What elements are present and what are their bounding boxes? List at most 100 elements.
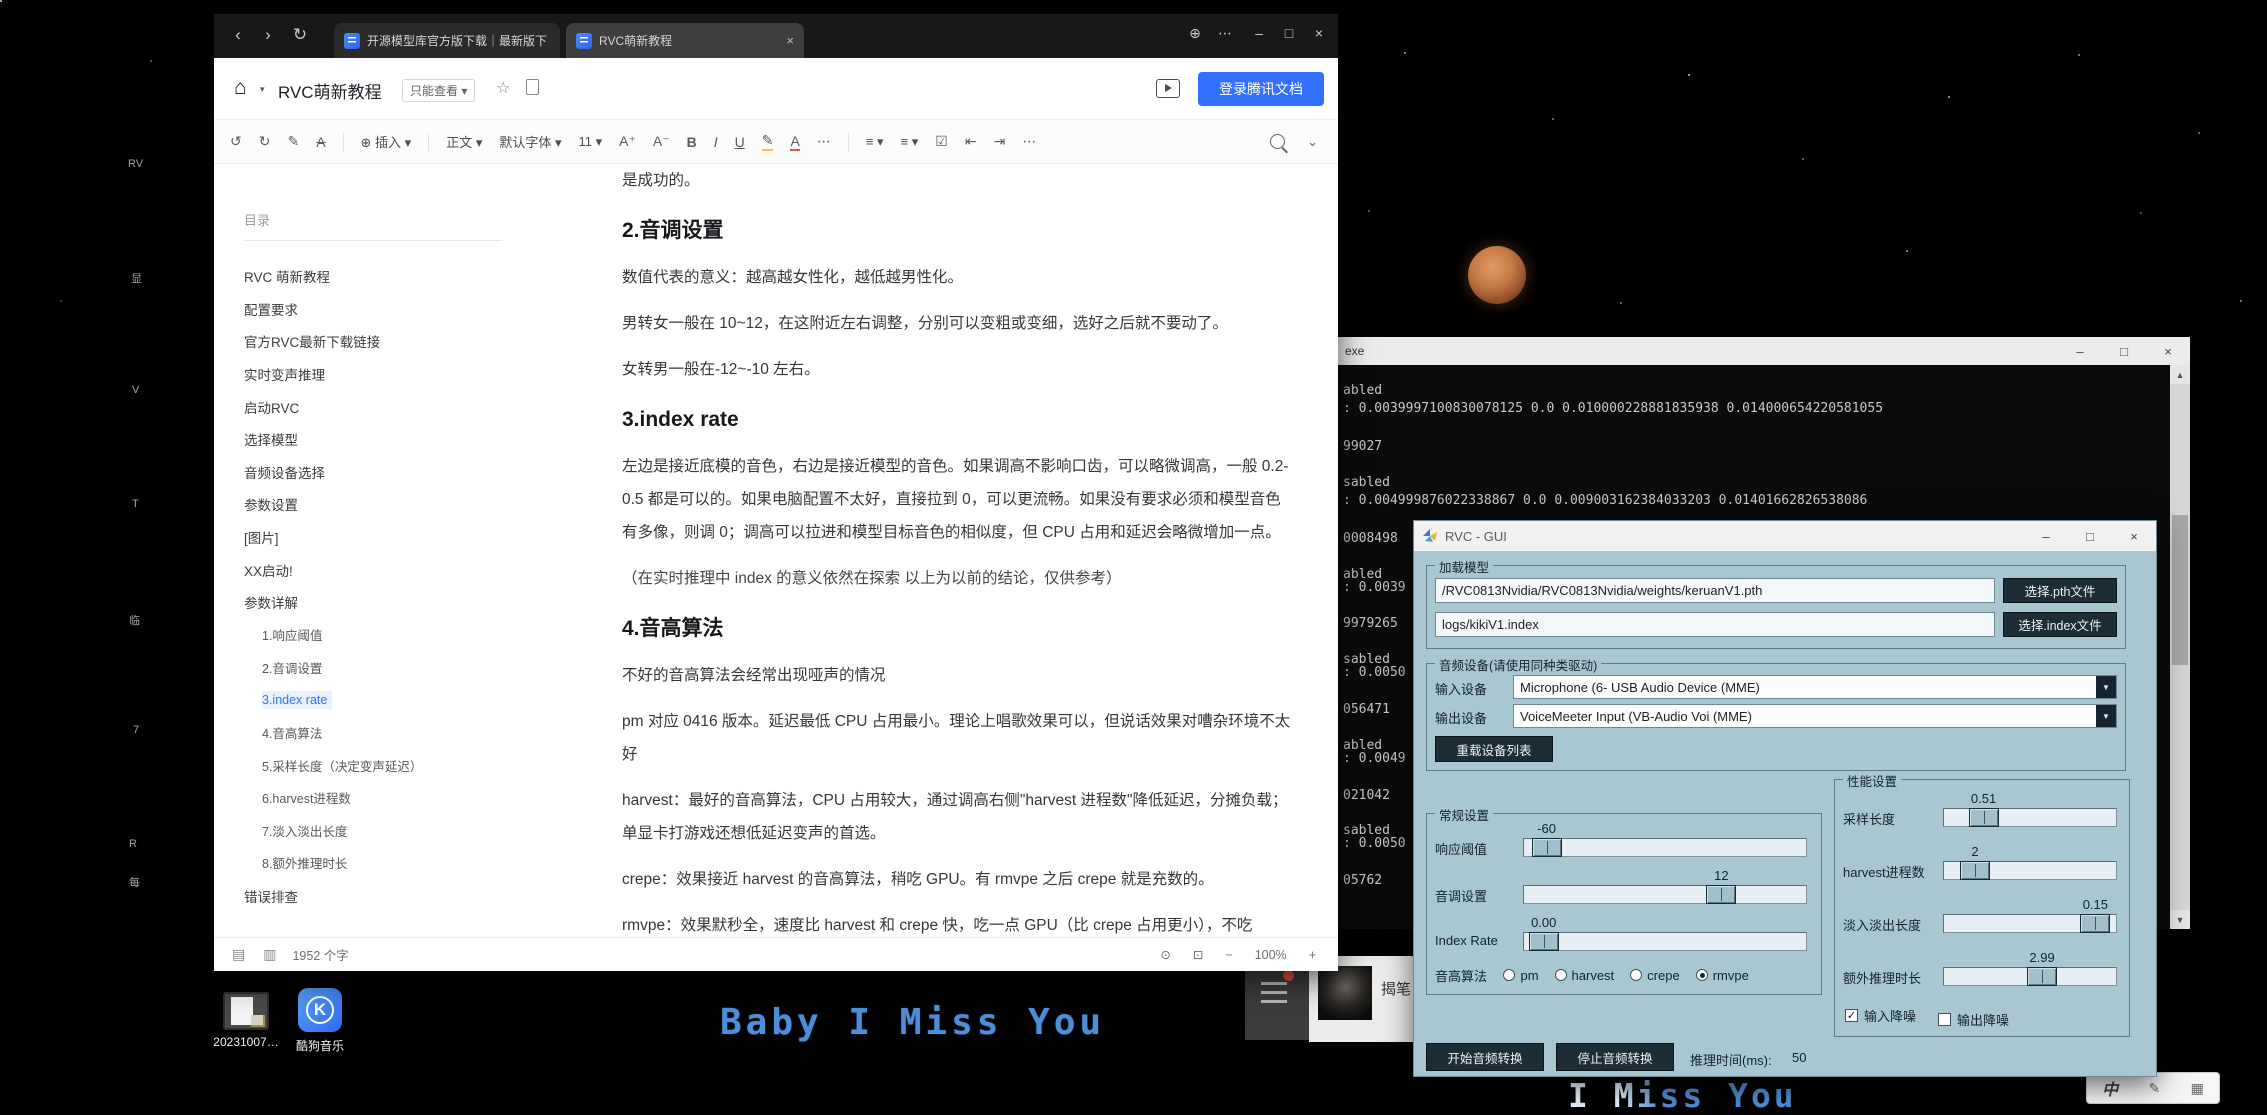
toolbar-button[interactable]: A⁻ <box>653 133 670 150</box>
toolbar-button[interactable]: ⋯ <box>817 133 831 150</box>
slider-track[interactable]: 2 <box>1943 861 2117 880</box>
slider-track[interactable]: 12 <box>1523 885 1807 904</box>
outline-icon[interactable]: ▥ <box>263 946 276 963</box>
pth-path-input[interactable]: /RVC0813Nvidia/RVC0813Nvidia/weights/ker… <box>1435 578 1995 603</box>
slider-handle[interactable] <box>2080 914 2110 933</box>
zoom-in-button[interactable]: + <box>1309 948 1316 962</box>
present-mode-icon[interactable] <box>1156 79 1180 98</box>
toolbar-button[interactable]: A⁺ <box>619 133 636 150</box>
back-icon[interactable]: ‹ <box>226 25 250 45</box>
output-device-select[interactable]: VoiceMeeter Input (VB-Audio Voi (MME) ▼ <box>1513 704 2117 728</box>
star-icon[interactable]: ☆ <box>496 78 510 98</box>
chevron-down-icon[interactable]: ▾ <box>260 84 265 95</box>
slider-track[interactable]: 2.99 <box>1943 967 2117 986</box>
denoise-checkbox[interactable]: 输入降噪 <box>1845 1006 1916 1025</box>
scrollbar-thumb[interactable] <box>2172 515 2188 665</box>
toolbar-button[interactable]: ☑ <box>935 133 948 150</box>
toc-item[interactable]: 7.淡入淡出长度 <box>244 814 514 847</box>
scroll-up-icon[interactable]: ▲ <box>2170 365 2190 384</box>
scroll-down-icon[interactable]: ▼ <box>2170 910 2190 929</box>
toc-item[interactable]: 实时变声推理 <box>244 358 514 391</box>
index-path-input[interactable]: logs/kikiV1.index <box>1435 612 1995 637</box>
maximize-button[interactable]: □ <box>2068 521 2112 551</box>
toc-item[interactable]: RVC 萌新教程 <box>244 260 514 293</box>
pitch-algo-radio[interactable]: pm <box>1503 968 1538 983</box>
slider-handle[interactable] <box>1969 808 1999 827</box>
toc-item[interactable]: 启动RVC <box>244 390 514 423</box>
toolbar-button[interactable]: ⇥ <box>994 133 1006 150</box>
pitch-algo-radio[interactable]: crepe <box>1630 968 1680 983</box>
toolbar-button[interactable]: 11 ▾ <box>578 134 602 150</box>
desktop-icon-video[interactable]: 20231007… <box>208 992 284 1049</box>
login-button[interactable]: 登录腾讯文档 <box>1198 72 1324 106</box>
toolbar-button[interactable]: ⊕ 插入 ▾ <box>361 132 412 151</box>
slider-track[interactable]: 0.15 <box>1943 914 2117 933</box>
toolbar-button[interactable]: A <box>316 134 325 150</box>
close-button[interactable]: × <box>1306 25 1332 41</box>
toc-item[interactable]: 1.响应阈值 <box>244 619 514 652</box>
toolbar-button[interactable] <box>343 133 344 151</box>
slider-handle[interactable] <box>2027 967 2057 986</box>
start-conversion-button[interactable]: 开始音频转换 <box>1426 1043 1544 1071</box>
ime-mode-chinese[interactable]: 中 <box>2102 1076 2118 1100</box>
toc-item[interactable]: XX启动! <box>244 553 514 586</box>
ime-pen-icon[interactable]: ✎ <box>2149 1080 2161 1097</box>
rvc-titlebar[interactable]: RVC - GUI – □ × <box>1414 521 2156 551</box>
console-titlebar[interactable]: exe – □ × <box>1337 337 2190 365</box>
new-doc-icon[interactable] <box>526 79 539 95</box>
permission-badge[interactable]: 只能查看 ▾ <box>402 79 475 102</box>
search-icon[interactable] <box>1270 134 1285 149</box>
minimize-button[interactable]: – <box>2024 521 2068 551</box>
minimize-button[interactable]: – <box>1246 25 1272 41</box>
toolbar-button[interactable]: B <box>687 134 697 150</box>
toc-item[interactable]: 8.额外推理时长 <box>244 847 514 880</box>
stop-conversion-button[interactable]: 停止音频转换 <box>1556 1043 1674 1071</box>
denoise-checkbox[interactable]: 输出降噪 <box>1938 1010 2009 1029</box>
toc-item[interactable]: 错误排查 <box>244 879 514 912</box>
toc-item[interactable]: 6.harvest进程数 <box>244 782 514 815</box>
zoom-out-button[interactable]: − <box>1225 948 1232 962</box>
menu-more-icon[interactable]: ⋯ <box>1212 25 1238 42</box>
toolbar-button[interactable] <box>848 133 849 151</box>
toolbar-button[interactable] <box>428 133 429 151</box>
browser-tab-rvc-tutorial[interactable]: RVC萌新教程 × <box>566 23 804 58</box>
page-icon[interactable]: ▤ <box>232 946 245 963</box>
slider-track[interactable]: 0.00 <box>1523 932 1807 951</box>
toolbar-button[interactable]: ≡ ▾ <box>901 134 919 150</box>
lyric-bar-menu-panel[interactable] <box>1245 962 1309 1040</box>
toolbar-button[interactable]: ↻ <box>259 133 271 150</box>
select-index-button[interactable]: 选择.index文件 <box>2003 612 2117 637</box>
toolbar-button[interactable]: ⇤ <box>965 133 977 150</box>
toolbar-button[interactable]: U <box>735 134 745 150</box>
forward-icon[interactable]: › <box>256 25 280 45</box>
toc-item[interactable]: 2.音调设置 <box>244 651 514 684</box>
locate-icon[interactable]: ⊙ <box>1160 947 1170 962</box>
toolbar-button[interactable]: ⋯ <box>1022 133 1036 150</box>
tab-close-icon[interactable]: × <box>776 33 794 48</box>
toc-item[interactable]: [图片] <box>244 521 514 554</box>
console-scrollbar[interactable]: ▲ ▼ <box>2170 365 2190 929</box>
toc-item[interactable]: 官方RVC最新下载链接 <box>244 325 514 358</box>
minimize-button[interactable]: – <box>2058 337 2102 365</box>
toolbar-button[interactable]: ✎ <box>287 133 299 150</box>
slider-handle[interactable] <box>1960 861 1990 880</box>
maximize-button[interactable]: □ <box>1276 25 1302 41</box>
pitch-algo-radio[interactable]: rmvpe <box>1696 968 1749 983</box>
slider-handle[interactable] <box>1532 838 1562 857</box>
slider-handle[interactable] <box>1529 932 1559 951</box>
reload-icon[interactable]: ↻ <box>288 25 312 45</box>
select-pth-button[interactable]: 选择.pth文件 <box>2003 578 2117 603</box>
toc-item[interactable]: 配置要求 <box>244 293 514 326</box>
toolbar-button[interactable]: 默认字体 ▾ <box>499 132 561 151</box>
toc-item[interactable]: 3.index rate <box>244 684 514 717</box>
toc-item[interactable]: 选择模型 <box>244 423 514 456</box>
maximize-button[interactable]: □ <box>2102 337 2146 365</box>
globe-icon[interactable]: ⊕ <box>1182 25 1208 42</box>
fullscreen-icon[interactable]: ⊡ <box>1193 947 1203 962</box>
close-button[interactable]: × <box>2146 337 2190 365</box>
pitch-algo-radio[interactable]: harvest <box>1555 968 1615 983</box>
toc-item[interactable]: 参数设置 <box>244 488 514 521</box>
toolbar-button[interactable]: ≡ ▾ <box>866 134 884 150</box>
slider-track[interactable]: -60 <box>1523 838 1807 857</box>
ime-keyboard-icon[interactable]: ▦ <box>2191 1080 2204 1097</box>
